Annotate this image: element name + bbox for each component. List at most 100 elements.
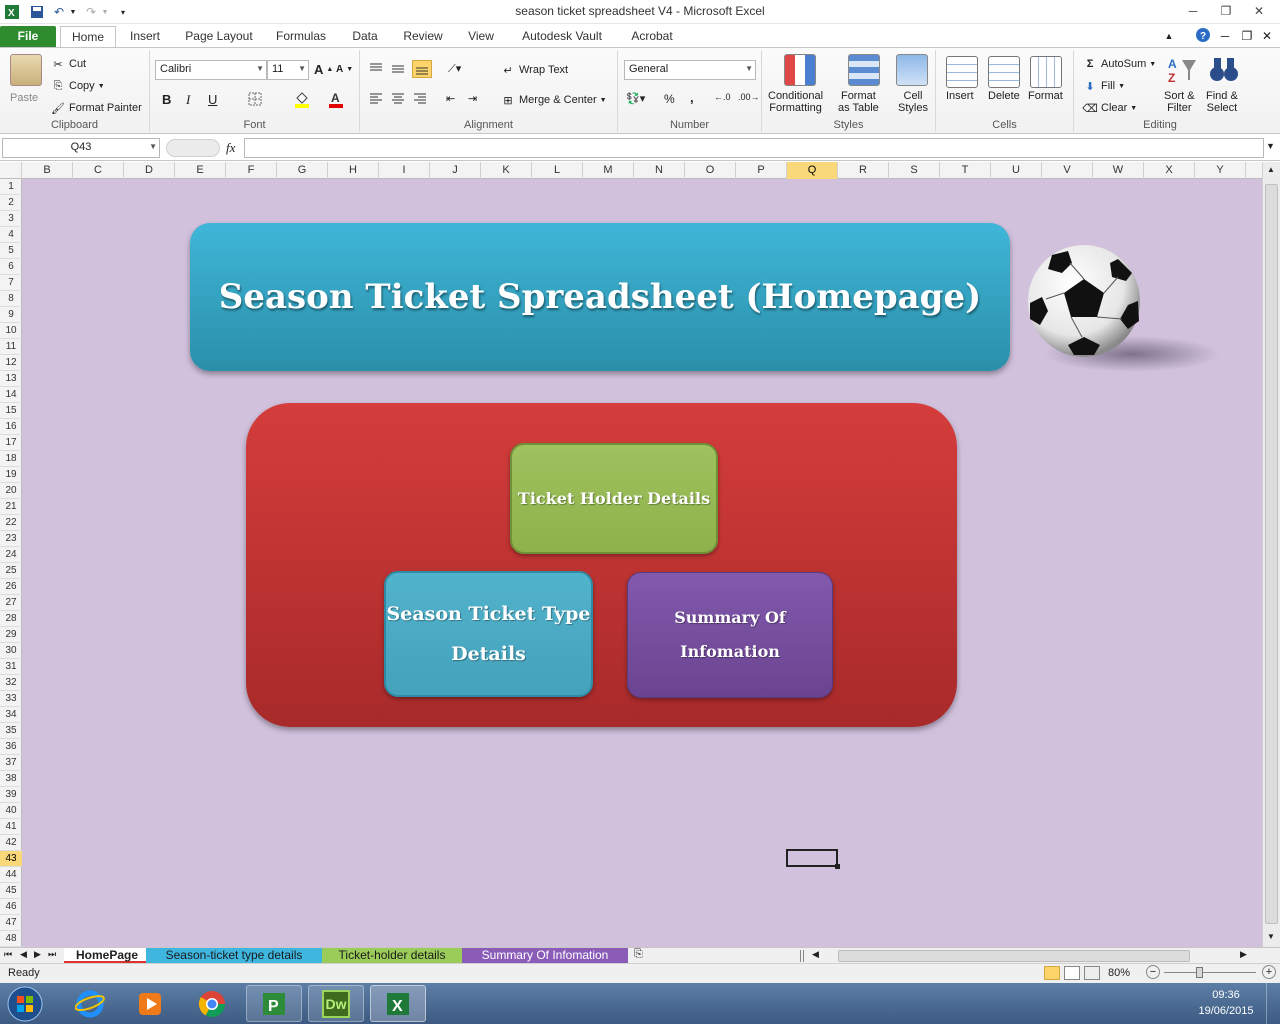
grow-font-button[interactable]: A ▲	[314, 62, 333, 77]
column-header[interactable]: I	[379, 162, 430, 179]
insert-cells-button[interactable]: Insert	[946, 90, 974, 102]
row-header[interactable]: 24	[0, 547, 22, 563]
top-align-icon[interactable]	[368, 62, 384, 76]
zoom-in-button[interactable]: +	[1262, 965, 1276, 979]
paste-button[interactable]: Paste	[10, 92, 38, 104]
row-header[interactable]: 6	[0, 259, 22, 275]
tab-data[interactable]: Data	[342, 26, 388, 47]
row-header[interactable]: 21	[0, 499, 22, 515]
row-header[interactable]: 46	[0, 899, 22, 915]
tab-home[interactable]: Home	[60, 26, 116, 47]
internet-explorer-icon[interactable]	[62, 985, 118, 1022]
dreamweaver-icon[interactable]: Dw	[308, 985, 364, 1022]
column-header[interactable]: E	[175, 162, 226, 179]
zoom-level[interactable]: 80%	[1108, 967, 1130, 979]
clear-button[interactable]: ⌫ Clear ▼	[1082, 100, 1137, 116]
workbook-close-icon[interactable]: ✕	[1258, 27, 1276, 45]
show-desktop-button[interactable]	[1266, 983, 1280, 1024]
workbook-minimize-icon[interactable]: ─	[1216, 27, 1234, 45]
row-header[interactable]: 36	[0, 739, 22, 755]
sort-filter-button[interactable]: Sort & Filter	[1164, 90, 1195, 114]
conditional-formatting-icon[interactable]	[784, 54, 816, 86]
prev-sheet-icon[interactable]: ◀	[20, 949, 27, 960]
fill-button[interactable]: ⬇ Fill ▼	[1082, 78, 1125, 94]
increase-decimal-icon[interactable]: ←.0	[714, 92, 731, 102]
project-icon[interactable]: P	[246, 985, 302, 1022]
horizontal-scroll-thumb[interactable]	[838, 950, 1190, 962]
scroll-up-arrow-icon[interactable]: ▲	[1267, 165, 1275, 174]
column-header[interactable]: V	[1042, 162, 1093, 179]
orientation-icon[interactable]: ⟋▾	[448, 62, 461, 76]
column-header[interactable]: M	[583, 162, 634, 179]
format-painter-button[interactable]: 🖌 Format Painter	[50, 100, 142, 116]
middle-align-icon[interactable]	[390, 62, 406, 76]
row-header[interactable]: 26	[0, 579, 22, 595]
tab-insert[interactable]: Insert	[122, 26, 168, 47]
font-color-icon[interactable]: A	[328, 90, 344, 108]
scroll-thumb[interactable]	[1265, 184, 1278, 924]
row-header[interactable]: 32	[0, 675, 22, 691]
cell-styles-button[interactable]: Cell Styles	[898, 90, 928, 114]
column-header[interactable]: T	[940, 162, 991, 179]
sheet-tab-season-ticket-type[interactable]: Season-ticket type details	[146, 948, 322, 964]
tab-file[interactable]: File	[0, 26, 56, 47]
column-header[interactable]: B	[22, 162, 73, 179]
minimize-ribbon-icon[interactable]: ▲	[1160, 27, 1178, 45]
next-sheet-icon[interactable]: ▶	[34, 949, 41, 960]
merge-center-button[interactable]: ⊞ Merge & Center ▼	[500, 92, 606, 108]
percent-button[interactable]: %	[664, 92, 675, 106]
sheet-tab-ticket-holder[interactable]: Ticket-holder details	[322, 948, 462, 964]
active-cell-cursor[interactable]	[786, 849, 840, 869]
row-header[interactable]: 9	[0, 307, 22, 323]
column-header[interactable]: K	[481, 162, 532, 179]
row-header[interactable]: 3	[0, 211, 22, 227]
tab-review[interactable]: Review	[396, 26, 450, 47]
row-header[interactable]: 40	[0, 803, 22, 819]
select-all-corner[interactable]	[0, 162, 22, 179]
row-header[interactable]: 45	[0, 883, 22, 899]
copy-button[interactable]: ⎘ Copy ▼	[50, 78, 105, 94]
media-player-icon[interactable]	[122, 985, 178, 1022]
zoom-out-button[interactable]: −	[1146, 965, 1160, 979]
close-button[interactable]: ✕	[1246, 2, 1272, 20]
borders-icon[interactable]	[248, 92, 262, 106]
align-center-icon[interactable]	[390, 92, 406, 106]
row-header[interactable]: 18	[0, 451, 22, 467]
formula-input[interactable]	[244, 138, 1264, 158]
row-header[interactable]: 27	[0, 595, 22, 611]
row-header[interactable]: 34	[0, 707, 22, 723]
font-size-select[interactable]: 11 ▼	[267, 60, 309, 80]
scroll-down-arrow-icon[interactable]: ▼	[1267, 932, 1275, 941]
tab-view[interactable]: View	[458, 26, 504, 47]
column-header[interactable]: O	[685, 162, 736, 179]
column-header[interactable]: R	[838, 162, 889, 179]
tab-split-handle[interactable]	[800, 950, 804, 962]
page-layout-view-icon[interactable]	[1064, 966, 1080, 980]
cut-button[interactable]: ✂ Cut	[50, 56, 86, 72]
tab-page-layout[interactable]: Page Layout	[178, 26, 260, 47]
row-header[interactable]: 16	[0, 419, 22, 435]
row-header[interactable]: 42	[0, 835, 22, 851]
row-header[interactable]: 7	[0, 275, 22, 291]
page-break-view-icon[interactable]	[1084, 966, 1100, 980]
column-header[interactable]: L	[532, 162, 583, 179]
sheet-tab-homepage[interactable]: HomePage	[64, 948, 146, 964]
row-header[interactable]: 17	[0, 435, 22, 451]
sheet-tab-summary[interactable]: Summary Of Infomation	[462, 948, 628, 964]
format-cells-icon[interactable]	[1030, 56, 1062, 88]
row-header[interactable]: 38	[0, 771, 22, 787]
delete-cells-icon[interactable]	[988, 56, 1020, 88]
expand-formula-bar-icon[interactable]: ▼	[1266, 141, 1275, 151]
worksheet-area[interactable]: Season Ticket Spreadsheet (Homepage) Tic…	[22, 179, 1262, 947]
row-header[interactable]: 31	[0, 659, 22, 675]
tab-formulas[interactable]: Formulas	[270, 26, 332, 47]
find-select-button[interactable]: Find & Select	[1206, 90, 1238, 114]
format-cells-button[interactable]: Format	[1028, 90, 1063, 102]
row-header[interactable]: 39	[0, 787, 22, 803]
column-header[interactable]: F	[226, 162, 277, 179]
zoom-slider-thumb[interactable]	[1196, 967, 1203, 978]
tab-acrobat[interactable]: Acrobat	[622, 26, 682, 47]
first-sheet-icon[interactable]: ⏮	[4, 949, 12, 960]
row-header[interactable]: 30	[0, 643, 22, 659]
vertical-scrollbar[interactable]: ▲ ▼	[1262, 162, 1280, 947]
